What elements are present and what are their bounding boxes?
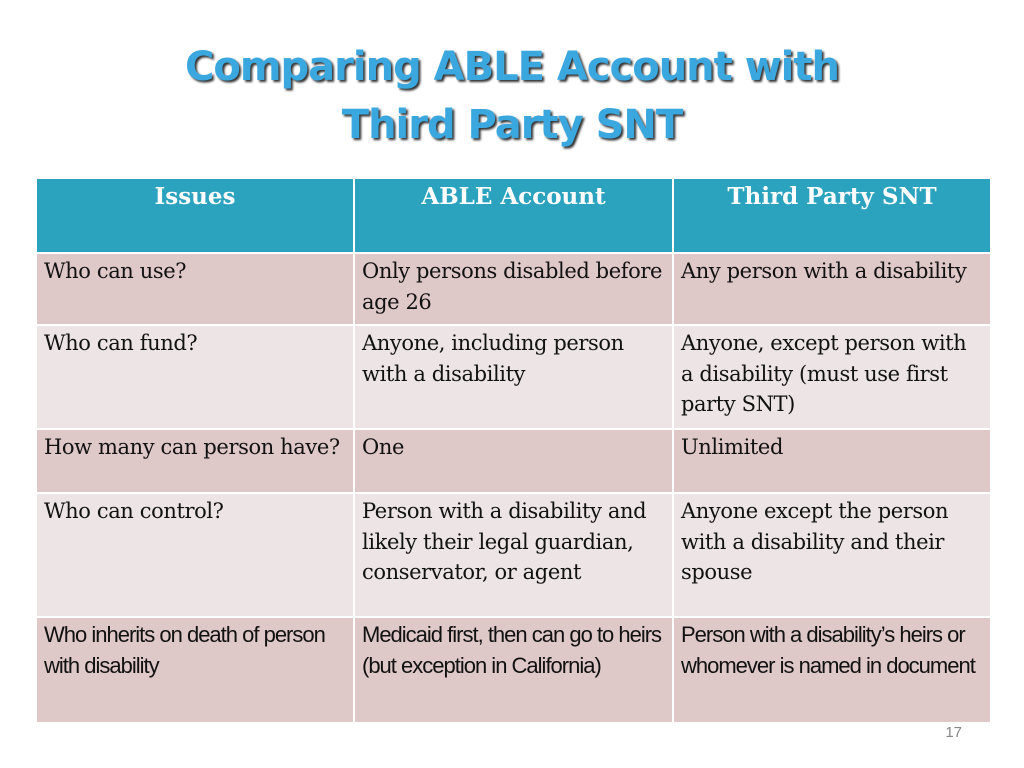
issue-cell: Who can fund?	[35, 324, 355, 430]
snt-cell: Anyone, except person with a disability …	[672, 324, 992, 430]
table-row: Who can use? Only persons disabled befor…	[35, 252, 992, 326]
able-cell: Anyone, including person with a disabili…	[353, 324, 674, 430]
able-cell: Only persons disabled before age 26	[353, 252, 674, 326]
table-row: Who can fund? Anyone, including person w…	[35, 324, 992, 430]
issue-cell: Who inherits on death of person with dis…	[35, 616, 355, 724]
table-row: Who inherits on death of person with dis…	[35, 616, 992, 724]
table-row: Who can control? Person with a disabilit…	[35, 492, 992, 618]
able-cell: Person with a disability and likely thei…	[353, 492, 674, 618]
snt-cell: Person with a disability’s heirs or whom…	[672, 616, 992, 724]
comparison-table: Issues ABLE Account Third Party SNT Who …	[35, 179, 992, 724]
table-row: How many can person have? One Unlimited	[35, 428, 992, 494]
snt-cell: Any person with a disability	[672, 252, 992, 326]
able-cell: One	[353, 428, 674, 494]
issue-cell: How many can person have?	[35, 428, 355, 494]
header-issues: Issues	[35, 179, 355, 254]
issue-cell: Who can use?	[35, 252, 355, 326]
title-line-1: Comparing ABLE Account with	[185, 44, 840, 90]
snt-cell: Anyone except the person with a disabili…	[672, 492, 992, 618]
slide-title: Comparing ABLE Account with Third Party …	[0, 38, 1024, 154]
issue-cell: Who can control?	[35, 492, 355, 618]
table-header-row: Issues ABLE Account Third Party SNT	[35, 179, 992, 254]
page-number: 17	[945, 724, 962, 741]
header-third-party-snt: Third Party SNT	[672, 179, 992, 254]
snt-cell: Unlimited	[672, 428, 992, 494]
header-able-account: ABLE Account	[353, 179, 674, 254]
able-cell: Medicaid first, then can go to heirs (bu…	[353, 616, 674, 724]
title-line-2: Third Party SNT	[341, 102, 683, 148]
